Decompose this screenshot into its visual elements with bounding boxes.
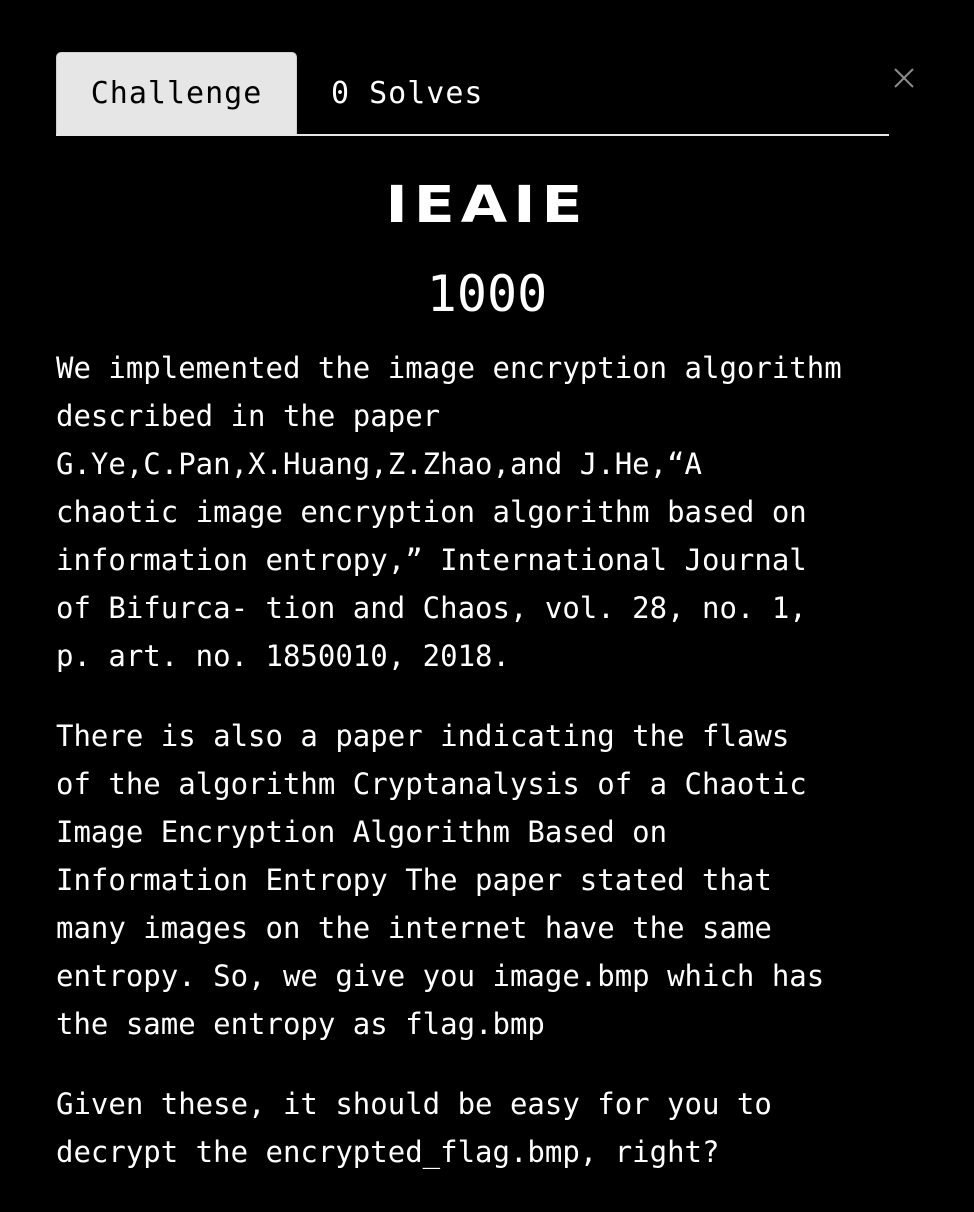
modal-tabs: Challenge 0 Solves <box>56 52 889 136</box>
description-paragraph: Given these, it should be easy for you t… <box>56 1080 936 1176</box>
description-line: of the algorithm Cryptanalysis of a Chao… <box>56 767 807 801</box>
description-line: There is also a paper indicating the fla… <box>56 719 790 753</box>
description-line: chaotic image encryption algorithm based… <box>56 495 807 529</box>
description-line: p. art. no. 1850010, 2018. <box>56 639 510 673</box>
description-line: described in the paper <box>56 399 441 433</box>
description-line: entropy. So, we give you image.bmp which… <box>56 959 825 993</box>
challenge-description: We implemented the image encryption algo… <box>56 344 936 1208</box>
close-icon <box>894 68 914 88</box>
challenge-modal: Challenge 0 Solves IEAIE 1000 We impleme… <box>0 0 974 1212</box>
description-line: Information Entropy The paper stated tha… <box>56 863 772 897</box>
close-button[interactable] <box>888 62 920 94</box>
description-line: We implemented the image encryption algo… <box>56 351 842 385</box>
description-line: Given these, it should be easy for you t… <box>56 1087 772 1121</box>
description-line: information entropy,” International Jour… <box>56 543 807 577</box>
tab-challenge[interactable]: Challenge <box>56 52 297 134</box>
tab-solves[interactable]: 0 Solves <box>297 52 484 134</box>
description-paragraph: We implemented the image encryption algo… <box>56 344 936 680</box>
description-line: of Bifurca- tion and Chaos, vol. 28, no.… <box>56 591 807 625</box>
challenge-value: 1000 <box>426 265 548 323</box>
description-line: the same entropy as flag.bmp <box>56 1007 545 1041</box>
description-line: Image Encryption Algorithm Based on <box>56 815 668 849</box>
description-line: G.Ye,C.Pan,X.Huang,Z.Zhao,and J.He,“A <box>56 447 703 481</box>
description-paragraph: There is also a paper indicating the fla… <box>56 712 936 1048</box>
description-line: decrypt the encrypted_flag.bmp, right? <box>56 1135 720 1169</box>
challenge-name: IEAIE <box>385 175 589 235</box>
description-line: many images on the internet have the sam… <box>56 911 772 945</box>
